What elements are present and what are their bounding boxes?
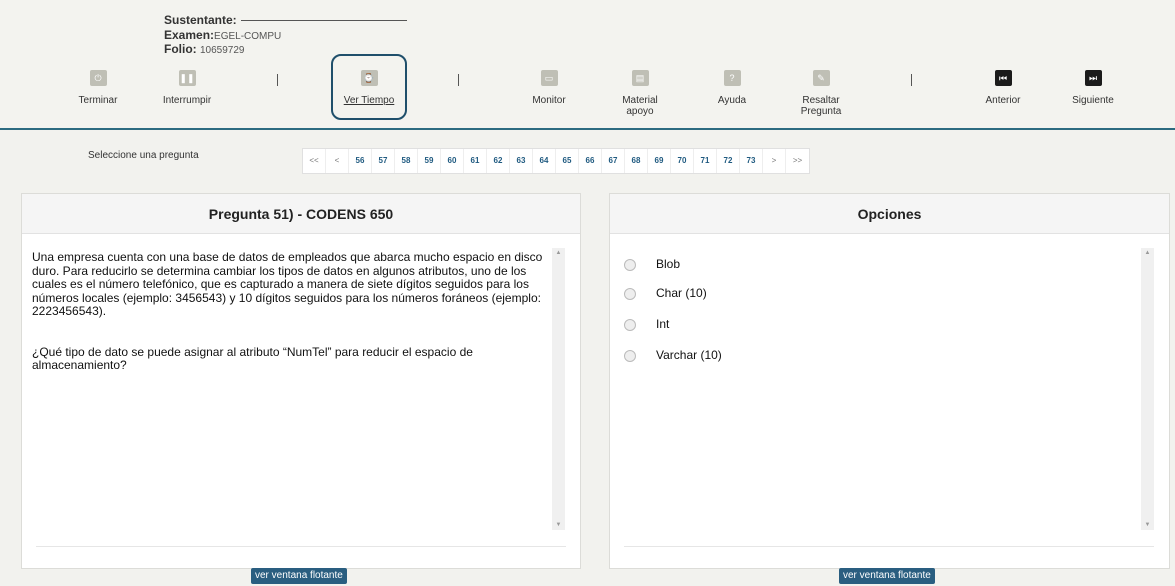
question-text: Una empresa cuenta con una base de datos… <box>32 250 547 400</box>
radio-button[interactable] <box>624 258 636 271</box>
question-float-window-button[interactable]: ver ventana flotante <box>251 568 347 584</box>
page-62-button[interactable]: 62 <box>487 149 510 173</box>
panel-divider <box>624 546 1154 547</box>
page-58-button[interactable]: 58 <box>395 149 418 173</box>
ayuda-button[interactable]: ? Ayuda <box>692 70 772 106</box>
question-title: Pregunta 51) - CODENS 650 <box>22 194 580 234</box>
option-label: Varchar (10) <box>656 348 722 362</box>
document-icon: ▤ <box>631 70 649 86</box>
first-page-button[interactable]: << <box>303 149 326 173</box>
page-69-button[interactable]: 69 <box>648 149 671 173</box>
page-68-button[interactable]: 68 <box>625 149 648 173</box>
sustentante-row: Sustentante: <box>164 13 407 27</box>
page-72-button[interactable]: 72 <box>717 149 740 173</box>
option-label: Char (10) <box>656 286 707 300</box>
scroll-up-icon[interactable]: ▲ <box>552 250 565 256</box>
clock-icon: ⌚ <box>360 70 378 86</box>
radio-button[interactable] <box>624 318 636 331</box>
question-paragraph-prompt: ¿Qué tipo de dato se puede asignar al at… <box>32 344 473 372</box>
terminar-button[interactable]: ⏻ Terminar <box>58 70 138 106</box>
radio-button[interactable] <box>624 287 636 300</box>
options-title: Opciones <box>610 194 1169 234</box>
options-panel: Opciones Blob Char (10) Int Varchar (10)… <box>609 193 1170 569</box>
highlight-pencil-icon: ✎ <box>812 70 830 86</box>
monitor-button[interactable]: ▭ Monitor <box>509 70 589 106</box>
material-apoyo-button[interactable]: ▤ Material apoyo <box>600 70 680 117</box>
siguiente-label: Siguiente <box>1072 95 1114 106</box>
examen-row: Examen:EGEL-COMPU <box>164 28 281 42</box>
folio-value: 10659729 <box>200 45 245 56</box>
ver-tiempo-label: Ver Tiempo <box>343 95 395 106</box>
radio-button[interactable] <box>624 349 636 362</box>
anterior-button[interactable]: ⏮ Anterior <box>963 70 1043 106</box>
page-59-button[interactable]: 59 <box>418 149 441 173</box>
question-scrollbar[interactable]: ▲ ▼ <box>552 248 565 530</box>
ver-tiempo-button[interactable]: ⌚ Ver Tiempo <box>329 70 409 106</box>
material-apoyo-label: Material apoyo <box>622 95 658 117</box>
option-label: Blob <box>656 257 681 271</box>
page-67-button[interactable]: 67 <box>602 149 625 173</box>
option-item[interactable]: Varchar (10) <box>624 348 722 362</box>
scroll-up-icon[interactable]: ▲ <box>1141 250 1154 256</box>
page-63-button[interactable]: 63 <box>510 149 533 173</box>
options-scrollbar[interactable]: ▲ ▼ <box>1141 248 1154 530</box>
options-float-window-button[interactable]: ver ventana flotante <box>839 568 935 584</box>
examen-label: Examen: <box>164 28 215 42</box>
resaltar-pregunta-label: Resaltar Pregunta <box>800 95 842 117</box>
anterior-label: Anterior <box>985 95 1021 106</box>
option-item[interactable]: Char (10) <box>624 286 707 300</box>
question-selector-label: Seleccione una pregunta <box>88 150 199 161</box>
terminar-label: Terminar <box>78 95 118 106</box>
skip-previous-icon: ⏮ <box>994 70 1012 86</box>
option-item[interactable]: Blob <box>624 257 680 271</box>
page-71-button[interactable]: 71 <box>694 149 717 173</box>
scroll-down-icon[interactable]: ▼ <box>1141 522 1154 528</box>
help-icon: ? <box>723 70 741 86</box>
last-page-button[interactable]: >> <box>786 149 809 173</box>
toolbar-separator <box>911 74 912 86</box>
page-64-button[interactable]: 64 <box>533 149 556 173</box>
page-73-button[interactable]: 73 <box>740 149 763 173</box>
page-60-button[interactable]: 60 <box>441 149 464 173</box>
question-paragraph-context: Una empresa cuenta con una base de datos… <box>32 250 543 318</box>
header-toolbar: Sustentante: Examen:EGEL-COMPU Folio: 10… <box>0 0 1175 130</box>
resaltar-pregunta-button[interactable]: ✎ Resaltar Pregunta <box>781 70 861 117</box>
monitor-label: Monitor <box>532 95 566 106</box>
page-57-button[interactable]: 57 <box>372 149 395 173</box>
prev-page-button[interactable]: < <box>326 149 349 173</box>
power-icon: ⏻ <box>89 70 107 86</box>
interrumpir-button[interactable]: ❚❚ Interrumpir <box>147 70 227 106</box>
option-item[interactable]: Int <box>624 317 669 331</box>
page-66-button[interactable]: 66 <box>579 149 602 173</box>
pause-icon: ❚❚ <box>178 70 196 86</box>
page-65-button[interactable]: 65 <box>556 149 579 173</box>
page-61-button[interactable]: 61 <box>464 149 487 173</box>
sustentante-value-line <box>240 20 407 22</box>
panel-divider <box>36 546 566 547</box>
toolbar-separator <box>277 74 278 86</box>
sustentante-label: Sustentante: <box>164 13 237 27</box>
question-panel: Pregunta 51) - CODENS 650 Una empresa cu… <box>21 193 581 569</box>
siguiente-button[interactable]: ⏭ Siguiente <box>1053 70 1133 106</box>
examen-value: EGEL-COMPU <box>214 31 282 42</box>
folio-label: Folio: <box>164 42 197 56</box>
toolbar-separator <box>458 74 459 86</box>
next-page-button[interactable]: > <box>763 149 786 173</box>
skip-next-icon: ⏭ <box>1084 70 1102 86</box>
question-pagination: << < 56 57 58 59 60 61 62 63 64 65 66 67… <box>302 148 810 174</box>
page-70-button[interactable]: 70 <box>671 149 694 173</box>
option-label: Int <box>656 317 670 331</box>
folio-row: Folio: 10659729 <box>164 42 245 56</box>
interrumpir-label: Interrumpir <box>162 95 212 106</box>
page-56-button[interactable]: 56 <box>349 149 372 173</box>
ayuda-label: Ayuda <box>717 95 747 106</box>
monitor-icon: ▭ <box>540 70 558 86</box>
scroll-down-icon[interactable]: ▼ <box>552 522 565 528</box>
